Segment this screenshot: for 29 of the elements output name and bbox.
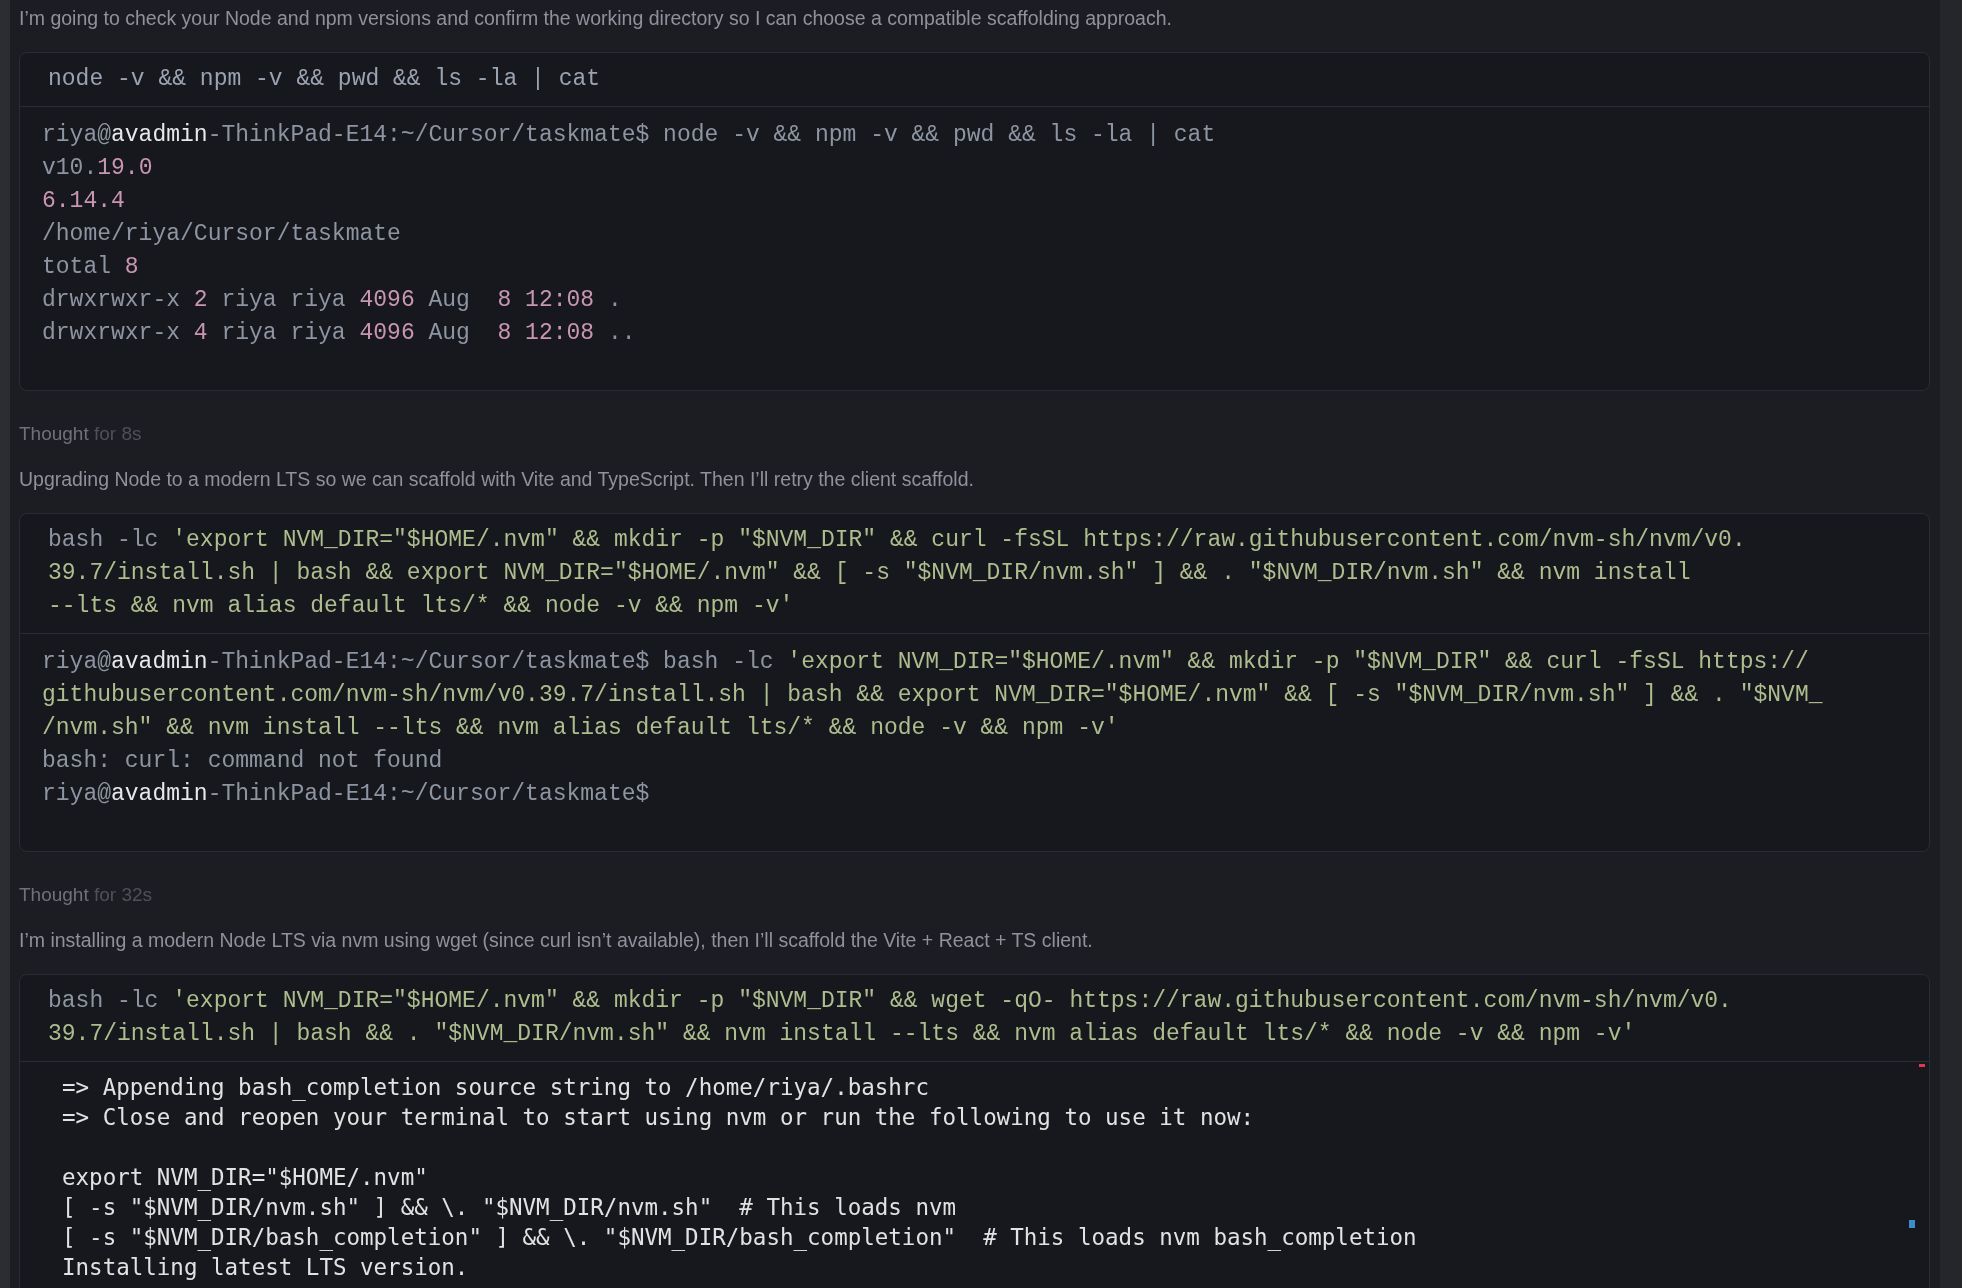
command-line: 39.7/install.sh | bash && . "$NVM_DIR/nvm.sh" && nvm install --lts && nvm alias default lts/* && node -v && npm -v' bbox=[48, 1020, 1637, 1049]
thought-label: Thought bbox=[19, 423, 89, 444]
command-line: node -v && npm -v && pwd && ls -la | cat bbox=[48, 65, 602, 94]
command-line: bash -lc 'export NVM_DIR="$HOME/.nvm" && mkdir -p "$NVM_DIR" && wget -qO- https://raw.githubusercontent.com/nvm-sh/nvm/v0. bbox=[48, 987, 1733, 1016]
output-line: [ -s "$NVM_DIR/bash_completion" ] && \. "$NVM_DIR/bash_completion" # This loads nvm bash_completion bbox=[62, 1223, 1418, 1252]
terminal-line: githubusercontent.com/nvm-sh/nvm/v0.39.7/install.sh | bash && export NVM_DIR="$HOME/.nvm" && [ -s "$NVM_DIR/nvm.sh" ] && . "$NVM_ bbox=[42, 681, 1824, 710]
terminal-line: 6.14.4 bbox=[42, 187, 126, 216]
output-line: => Close and reopen your terminal to start using nvm or run the following to use it now: bbox=[62, 1103, 1256, 1132]
command-line: bash -lc 'export NVM_DIR="$HOME/.nvm" && mkdir -p "$NVM_DIR" && curl -fsSL https://raw.githubusercontent.com/nvm-sh/nvm/v0. bbox=[48, 526, 1747, 555]
output-line: Installing latest LTS version. bbox=[62, 1253, 470, 1282]
command-line: --lts && nvm alias default lts/* && node -v && npm -v' bbox=[48, 592, 795, 621]
terminal-line: total 8 bbox=[42, 253, 140, 282]
thought-label: Thought bbox=[19, 884, 89, 905]
output-line: export NVM_DIR="$HOME/.nvm" bbox=[62, 1163, 429, 1192]
output-line: [ -s "$NVM_DIR/nvm.sh" ] && \. "$NVM_DIR/nvm.sh" # This loads nvm bbox=[62, 1193, 958, 1222]
assistant-message: I’m going to check your Node and npm versions and confirm the working directory so I can choose a compatible scaffolding approach. bbox=[19, 6, 1173, 31]
terminal-line: riya@avadmin-ThinkPad-E14:~/Cursor/taskmate$ bash -lc 'export NVM_DIR="$HOME/.nvm" && mkdir -p "$NVM_DIR" && curl -fsSL https:// bbox=[42, 648, 1810, 677]
assistant-message: Upgrading Node to a modern LTS so we can scaffold with Vite and TypeScript. Then I’ll retry the client scaffold. bbox=[19, 467, 975, 492]
terminal-line: v10.19.0 bbox=[42, 154, 154, 183]
terminal-line: /nvm.sh" && nvm install --lts && nvm alias default lts/* && node -v && npm -v' bbox=[42, 714, 1120, 743]
terminal-line: drwxrwxr-x 2 riya riya 4096 Aug 8 12:08 . bbox=[42, 286, 623, 315]
terminal-line: riya@avadmin-ThinkPad-E14:~/Cursor/taskmate$ node -v && npm -v && pwd && ls -la | cat bbox=[42, 121, 1217, 150]
assistant-message: I’m installing a modern Node LTS via nvm using wget (since curl isn’t available), then I’ll scaffold the Vite + React + TS client. bbox=[19, 928, 1094, 953]
terminal-line: riya@avadmin-ThinkPad-E14:~/Cursor/taskmate$ bbox=[42, 780, 651, 809]
terminal-line: bash: curl: command not found bbox=[42, 747, 444, 776]
output-line: => Appending bash_completion source string to /home/riya/.bashrc bbox=[62, 1073, 930, 1102]
terminal-line: drwxrwxr-x 4 riya riya 4096 Aug 8 12:08 .. bbox=[42, 319, 637, 348]
command-line: 39.7/install.sh | bash && export NVM_DIR="$HOME/.nvm" && [ -s "$NVM_DIR/nvm.sh" ] && . "$NVM_DIR/nvm.sh" && nvm install bbox=[48, 559, 1692, 588]
terminal-line: /home/riya/Cursor/taskmate bbox=[42, 220, 402, 249]
